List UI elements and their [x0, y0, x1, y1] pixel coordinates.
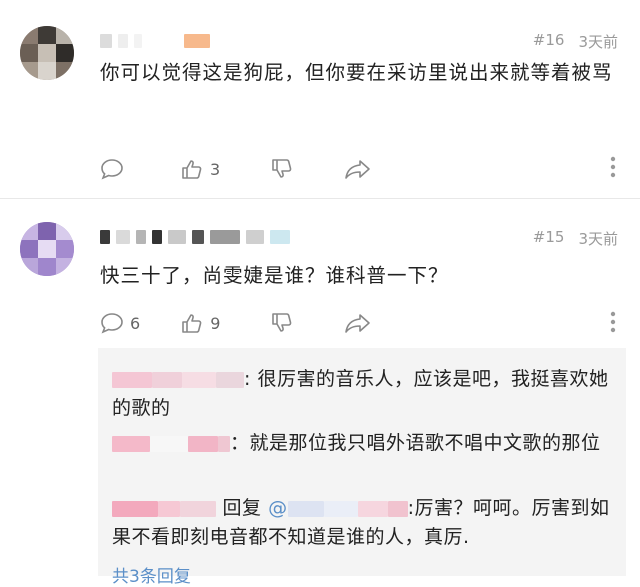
reply-item[interactable]: 回复 @:厉害？呵呵。厉害到如果不看即刻电音都不知道是谁的人，真厉.	[112, 494, 618, 552]
share-button[interactable]	[344, 158, 372, 180]
floor-number: #16	[532, 31, 565, 49]
avatar[interactable]	[20, 222, 74, 276]
share-arrow-icon	[345, 160, 370, 179]
dislike-button[interactable]	[270, 312, 294, 334]
comment-actions: 3	[100, 155, 422, 183]
like-button[interactable]: 9	[180, 312, 220, 334]
floor-number: #15	[532, 228, 565, 246]
replies-panel: : 很厉害的音乐人，应该是吧，我挺喜欢她的歌的 ：就是那位我只唱外语歌不唱中文歌…	[98, 348, 626, 587]
reply-item[interactable]: : 很厉害的音乐人，应该是吧，我挺喜欢她的歌的	[112, 365, 618, 423]
username-pixelated[interactable]	[100, 226, 290, 248]
reply-text: ：就是那位我只唱外语歌不唱中文歌的那位	[230, 432, 601, 454]
share-arrow-icon	[345, 314, 371, 333]
thumbs-up-icon	[182, 314, 202, 333]
reply-count: 6	[130, 313, 141, 333]
like-button[interactable]: 3	[180, 158, 220, 180]
reply-username-pixelated[interactable]	[112, 371, 152, 388]
thumbs-down-icon	[272, 313, 292, 332]
comment-16: #16 3天前 你可以觉得这是狗屁，但你要在采访里说出来就等着被骂 3	[0, 0, 640, 198]
like-count: 9	[210, 313, 221, 333]
share-button[interactable]	[344, 312, 372, 334]
username-pixelated[interactable]	[100, 30, 210, 52]
more-vertical-icon[interactable]	[610, 156, 616, 178]
comment-15: #15 3天前 快三十了，尚雯婕是谁？谁科普一下？ 6 9: 很厉害的音乐人，…	[0, 198, 640, 587]
comment-text: 快三十了，尚雯婕是谁？谁科普一下？	[100, 264, 449, 287]
timestamp: 3天前	[578, 230, 618, 248]
reply-username-pixelated[interactable]	[112, 435, 150, 452]
like-count: 3	[210, 159, 221, 179]
reply-item[interactable]: ：就是那位我只唱外语歌不唱中文歌的那位	[112, 429, 618, 458]
reply-to-label: 回复	[222, 497, 262, 519]
thumbs-down-icon	[272, 159, 292, 178]
thumbs-up-icon	[182, 160, 202, 179]
reply-button[interactable]: 6	[100, 312, 140, 334]
dislike-button[interactable]	[270, 158, 294, 180]
comment-meta: #16 3天前	[533, 31, 618, 52]
reply-bubble-icon	[101, 159, 123, 180]
reply-bubble-icon	[101, 313, 123, 334]
reply-button[interactable]	[100, 158, 130, 180]
avatar[interactable]	[20, 26, 74, 80]
comment-meta: #15 3天前	[533, 228, 618, 249]
more-vertical-icon[interactable]	[610, 311, 616, 333]
comment-actions: 6 9	[100, 309, 422, 337]
reply-username-pixelated[interactable]	[112, 500, 158, 517]
mention-link[interactable]: @	[268, 497, 358, 519]
timestamp: 3天前	[578, 33, 618, 51]
view-all-replies-link[interactable]: 共3条回复	[112, 562, 191, 587]
comment-text: 你可以觉得这是狗屁，但你要在采访里说出来就等着被骂	[100, 61, 613, 84]
